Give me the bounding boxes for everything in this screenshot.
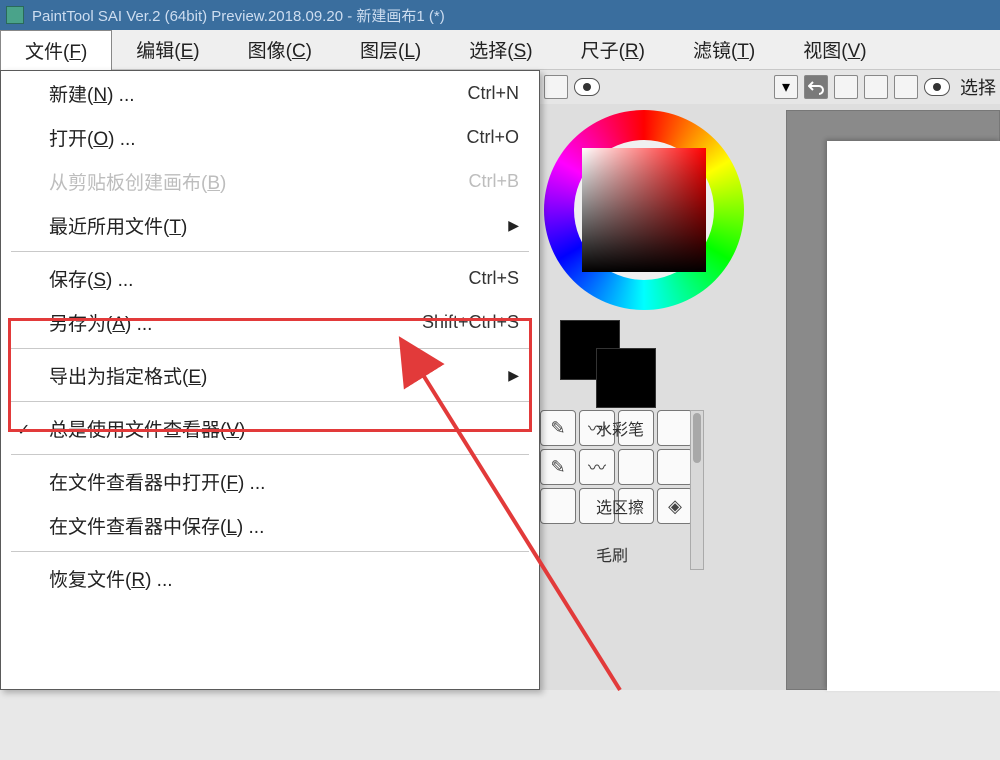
menu-separator xyxy=(11,454,529,455)
app-icon xyxy=(6,6,24,24)
menu-separator xyxy=(11,251,529,252)
canvas-viewport[interactable] xyxy=(786,110,1000,690)
toolbar-btn[interactable] xyxy=(834,75,858,99)
menu-filter[interactable]: 滤镜(T) xyxy=(669,30,779,69)
visibility-icon[interactable] xyxy=(924,78,950,96)
check-icon: ✓ xyxy=(17,420,30,440)
toolbar-btn[interactable] xyxy=(864,75,888,99)
title-bar: PaintTool SAI Ver.2 (64bit) Preview.2018… xyxy=(0,0,1000,30)
tool-label: 毛刷 xyxy=(596,542,628,566)
select-label: 选择 xyxy=(960,74,996,100)
menu-item-open[interactable]: 打开(O) ... Ctrl+O xyxy=(1,115,539,159)
tool-button[interactable]: ✎ xyxy=(540,410,576,446)
workspace: ▾ 选择 ✎ 〰 ✎ 〰 xyxy=(0,70,1000,690)
menu-view[interactable]: 视图(V) xyxy=(779,30,890,69)
window-title: PaintTool SAI Ver.2 (64bit) Preview.2018… xyxy=(32,5,445,26)
menu-separator xyxy=(11,551,529,552)
tool-label: 水彩笔 xyxy=(596,416,644,440)
shortcut: Ctrl+S xyxy=(468,268,519,289)
toolbar-btn[interactable] xyxy=(894,75,918,99)
menu-image[interactable]: 图像(C) xyxy=(224,30,336,69)
menu-separator xyxy=(11,401,529,402)
menu-item-save[interactable]: 保存(S) ... Ctrl+S xyxy=(1,256,539,300)
shortcut: Ctrl+O xyxy=(466,127,519,148)
menu-edit[interactable]: 编辑(E) xyxy=(112,30,223,69)
tool-button[interactable]: ◈ xyxy=(657,488,693,524)
undo-icon xyxy=(808,79,824,95)
menu-item-recent[interactable]: 最近所用文件(T) ▶ xyxy=(1,203,539,247)
top-toolbar: ▾ 选择 xyxy=(540,70,1000,104)
canvas-page[interactable] xyxy=(827,141,1000,691)
tool-button[interactable]: ✎ xyxy=(540,449,576,485)
menu-item-save-as[interactable]: 另存为(A) ... Shift+Ctrl+S xyxy=(1,300,539,344)
tool-scrollbar[interactable] xyxy=(690,410,704,570)
shortcut: Ctrl+B xyxy=(468,171,519,192)
menu-bar: 文件(F) 编辑(E) 图像(C) 图层(L) 选择(S) 尺子(R) 滤镜(T… xyxy=(0,30,1000,70)
submenu-arrow-icon: ▶ xyxy=(508,217,519,234)
menu-file[interactable]: 文件(F) xyxy=(0,30,112,71)
menu-item-save-in-viewer[interactable]: 在文件查看器中保存(L) ... xyxy=(1,503,539,547)
tool-button[interactable] xyxy=(540,488,576,524)
menu-item-always-viewer[interactable]: ✓ 总是使用文件查看器(V) xyxy=(1,406,539,450)
menu-item-from-clipboard: 从剪贴板创建画布(B) Ctrl+B xyxy=(1,159,539,203)
undo-button[interactable] xyxy=(804,75,828,99)
toolbar-dropdown[interactable]: ▾ xyxy=(774,75,798,99)
menu-item-new[interactable]: 新建(N) ... Ctrl+N xyxy=(1,71,539,115)
right-panel: ▾ 选择 ✎ 〰 ✎ 〰 xyxy=(540,70,1000,690)
menu-item-revert[interactable]: 恢复文件(R) ... xyxy=(1,556,539,600)
tool-button[interactable] xyxy=(618,449,654,485)
menu-item-open-in-viewer[interactable]: 在文件查看器中打开(F) ... xyxy=(1,459,539,503)
tool-button[interactable] xyxy=(657,410,693,446)
shortcut: Ctrl+N xyxy=(467,83,519,104)
tool-button[interactable] xyxy=(657,449,693,485)
file-menu-dropdown: 新建(N) ... Ctrl+N 打开(O) ... Ctrl+O 从剪贴板创建… xyxy=(0,70,540,690)
submenu-arrow-icon: ▶ xyxy=(508,367,519,384)
menu-ruler[interactable]: 尺子(R) xyxy=(557,30,669,69)
menu-layer[interactable]: 图层(L) xyxy=(336,30,445,69)
toolbar-btn[interactable] xyxy=(544,75,568,99)
shortcut: Shift+Ctrl+S xyxy=(422,312,519,333)
background-swatch[interactable] xyxy=(596,348,656,408)
tool-label: 选区擦 xyxy=(596,494,644,518)
menu-separator xyxy=(11,348,529,349)
scrollbar-thumb[interactable] xyxy=(693,413,701,463)
visibility-icon[interactable] xyxy=(574,78,600,96)
menu-select[interactable]: 选择(S) xyxy=(445,30,556,69)
tool-button[interactable]: 〰 xyxy=(579,449,615,485)
color-wheel[interactable] xyxy=(544,110,744,310)
menu-item-export[interactable]: 导出为指定格式(E) ▶ xyxy=(1,353,539,397)
sv-square[interactable] xyxy=(582,148,706,272)
